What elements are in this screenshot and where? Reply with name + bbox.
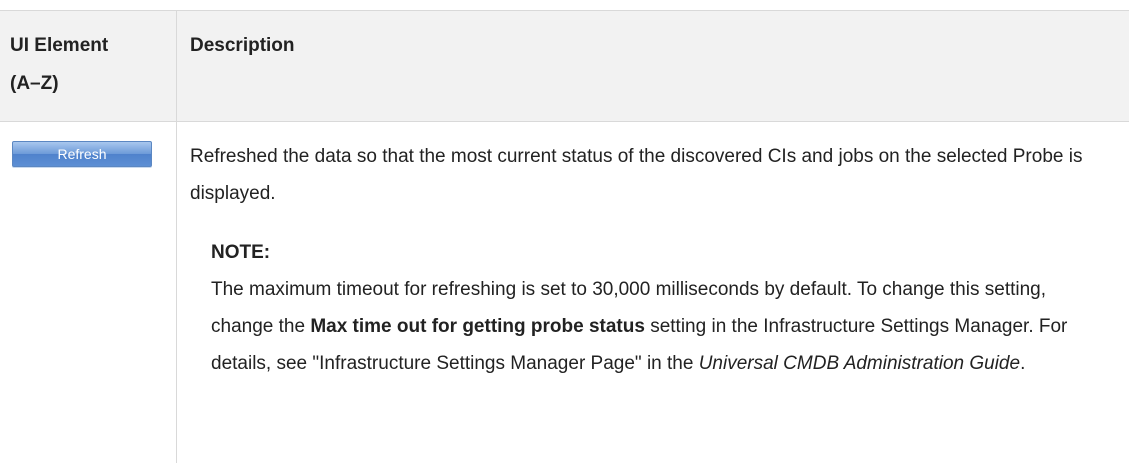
note-text: The maximum timeout for refreshing is se… [211,271,1111,382]
header-ui-element-line1: UI Element [10,35,109,56]
table-header-row: UI Element (A–Z) Description [0,11,1129,122]
header-ui-element: UI Element (A–Z) [10,27,170,103]
header-description: Description [190,35,295,56]
note-block: NOTE: The maximum timeout for refreshing… [211,234,1111,382]
guide-title: Universal CMDB Administration Guide [698,353,1021,374]
note-label: NOTE: [211,242,271,263]
column-divider [176,11,177,463]
setting-name: Max time out for getting probe status [310,316,645,337]
ui-element-table: UI Element (A–Z) Description Refresh Ref… [0,10,1129,463]
note-text-part3: . [1020,353,1026,374]
header-ui-element-line2: (A–Z) [10,73,59,94]
refresh-button[interactable]: Refresh [12,141,152,167]
row-description: Refreshed the data so that the most curr… [190,146,1083,204]
